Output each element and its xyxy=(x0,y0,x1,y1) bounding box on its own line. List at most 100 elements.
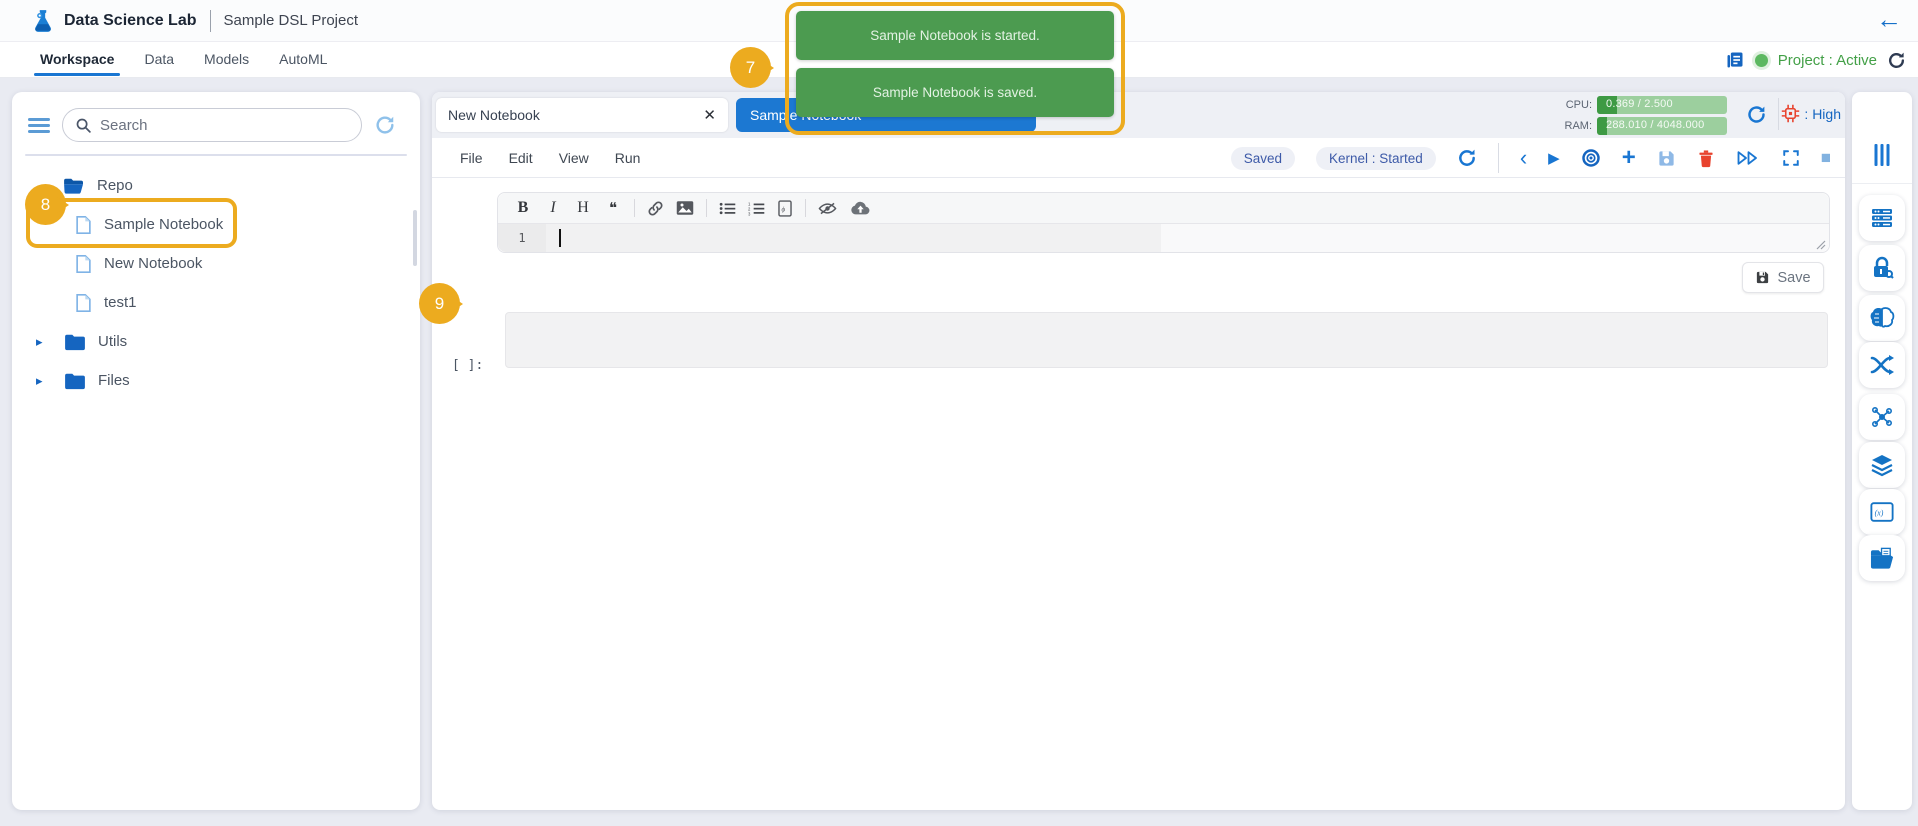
brain-icon xyxy=(1870,307,1895,328)
bullet-list-icon[interactable] xyxy=(719,201,736,216)
cpu-chip-icon xyxy=(1782,104,1800,123)
preview-eye-slash-icon[interactable] xyxy=(818,201,837,216)
stop-kernel-icon[interactable]: ■ xyxy=(1821,148,1831,168)
annotation-marker-8: 8 xyxy=(25,184,69,225)
menu-run[interactable]: Run xyxy=(615,150,641,166)
italic-icon[interactable]: I xyxy=(544,199,562,217)
code-block-icon[interactable]: ϕ xyxy=(777,199,793,217)
cell-prompt: [ ]: xyxy=(452,358,484,373)
hamburger-menu-icon[interactable] xyxy=(28,115,50,136)
tree-item-label: New Notebook xyxy=(104,255,203,272)
markdown-edit-area[interactable]: 1 xyxy=(498,224,1829,252)
close-icon[interactable]: ✕ xyxy=(703,106,716,124)
search-icon xyxy=(76,118,91,133)
save-button[interactable]: Save xyxy=(1742,262,1824,293)
chevron-left-icon[interactable]: ‹ xyxy=(1520,145,1527,171)
ml-models-button[interactable] xyxy=(1859,295,1905,341)
file-browser-button[interactable] xyxy=(1859,535,1905,581)
image-icon[interactable] xyxy=(676,200,694,216)
menu-edit[interactable]: Edit xyxy=(509,150,533,166)
markdown-cell-editor: B I H ❝ 123 ϕ 1 xyxy=(497,192,1830,253)
pipeline-graph-button[interactable] xyxy=(1859,394,1905,440)
save-notebook-icon[interactable] xyxy=(1657,149,1676,168)
folder-icon xyxy=(65,373,85,389)
project-status-label: Project : Active xyxy=(1777,51,1877,69)
tab-workspace[interactable]: Workspace xyxy=(33,43,121,76)
expand-arrow-icon[interactable]: ▸ xyxy=(36,334,52,350)
tree-item-utils[interactable]: ▸ Utils xyxy=(12,322,420,361)
layers-button[interactable] xyxy=(1859,442,1905,488)
fullscreen-icon[interactable] xyxy=(1782,149,1800,167)
tree-refresh-icon[interactable] xyxy=(374,114,396,136)
delete-cell-icon[interactable] xyxy=(1697,149,1715,168)
annotation-marker-7: 7 xyxy=(730,47,774,88)
network-graph-icon xyxy=(1871,406,1892,427)
tree-item-label: Files xyxy=(98,372,130,389)
shuffle-icon xyxy=(1870,355,1894,375)
menu-view[interactable]: View xyxy=(559,150,589,166)
svg-text:3: 3 xyxy=(748,211,751,215)
search-input[interactable] xyxy=(100,116,330,134)
open-folder-doc-icon xyxy=(1870,547,1893,569)
tree-item-new-notebook[interactable]: New Notebook xyxy=(12,244,420,283)
columns-toggle-icon[interactable] xyxy=(1874,144,1890,166)
app-title: Data Science Lab xyxy=(64,11,197,29)
back-arrow-icon[interactable]: ← xyxy=(1876,6,1902,32)
notes-icon[interactable] xyxy=(1725,50,1745,70)
svg-text:1: 1 xyxy=(748,201,751,206)
tree-item-label: Utils xyxy=(98,333,128,350)
sidebar-divider xyxy=(25,154,407,156)
svg-text:2: 2 xyxy=(748,206,751,211)
project-active-dot xyxy=(1754,53,1768,67)
kernel-status-badge: Kernel : Started xyxy=(1316,146,1436,170)
save-floppy-icon xyxy=(1757,271,1769,284)
cpu-usage-value: 0.369 / 2.500 xyxy=(1606,97,1673,110)
toast-highlight-outline: Sample Notebook is started. Sample Noteb… xyxy=(785,2,1125,135)
file-icon xyxy=(76,254,91,273)
file-icon xyxy=(76,293,91,312)
tree-item-label: test1 xyxy=(104,294,137,311)
resources-refresh-icon[interactable] xyxy=(1746,104,1767,125)
cpu-usage-bar: 0.369 / 2.500 xyxy=(1597,95,1727,114)
add-cell-icon[interactable]: + xyxy=(1622,144,1636,172)
tree-item-files[interactable]: ▸ Files xyxy=(12,361,420,400)
quote-icon[interactable]: ❝ xyxy=(604,199,622,218)
bold-icon[interactable]: B xyxy=(514,199,532,217)
tab-automl[interactable]: AutoML xyxy=(277,43,329,76)
credentials-button[interactable] xyxy=(1859,245,1905,291)
datasets-button[interactable] xyxy=(1859,195,1905,241)
link-icon[interactable] xyxy=(647,200,664,217)
save-button-label: Save xyxy=(1777,269,1811,286)
variables-button[interactable]: (x) xyxy=(1859,489,1905,535)
tab-models[interactable]: Models xyxy=(202,43,251,76)
text-cursor xyxy=(559,229,561,247)
upload-cloud-icon[interactable] xyxy=(849,200,872,216)
menu-file[interactable]: File xyxy=(460,150,483,166)
notebook-tab-new-notebook[interactable]: New Notebook ✕ xyxy=(436,98,728,132)
project-title: Sample DSL Project xyxy=(223,12,359,29)
lock-key-icon xyxy=(1874,256,1894,279)
kernel-settings-icon[interactable] xyxy=(1581,148,1601,168)
title-divider xyxy=(209,9,211,32)
run-all-icon[interactable] xyxy=(1736,149,1761,167)
expand-arrow-icon[interactable]: ▸ xyxy=(36,373,52,389)
resource-usage: CPU: 0.369 / 2.500 RAM: 288.010 / 4048.0… xyxy=(1556,95,1727,135)
data-server-icon xyxy=(1872,209,1892,227)
run-cell-icon[interactable]: ▶ xyxy=(1548,149,1560,167)
search-box[interactable] xyxy=(62,108,362,142)
numbered-list-icon[interactable]: 123 xyxy=(748,201,765,216)
app-logo-flask-icon xyxy=(35,10,51,32)
layers-icon xyxy=(1871,455,1893,477)
kernel-refresh-icon[interactable] xyxy=(1457,148,1477,168)
heading-icon[interactable]: H xyxy=(574,199,592,217)
folder-open-icon xyxy=(64,178,83,194)
sidebar-scrollbar[interactable] xyxy=(413,210,417,266)
empty-code-cell[interactable] xyxy=(505,312,1828,368)
tab-data[interactable]: Data xyxy=(142,43,176,76)
project-refresh-icon[interactable] xyxy=(1887,51,1906,70)
tree-item-test1[interactable]: test1 xyxy=(12,283,420,322)
markdown-input-line[interactable] xyxy=(546,224,1161,252)
resize-handle[interactable] xyxy=(1816,240,1826,250)
shuffle-button[interactable] xyxy=(1859,342,1905,388)
annotation-marker-9: 9 xyxy=(419,283,463,324)
